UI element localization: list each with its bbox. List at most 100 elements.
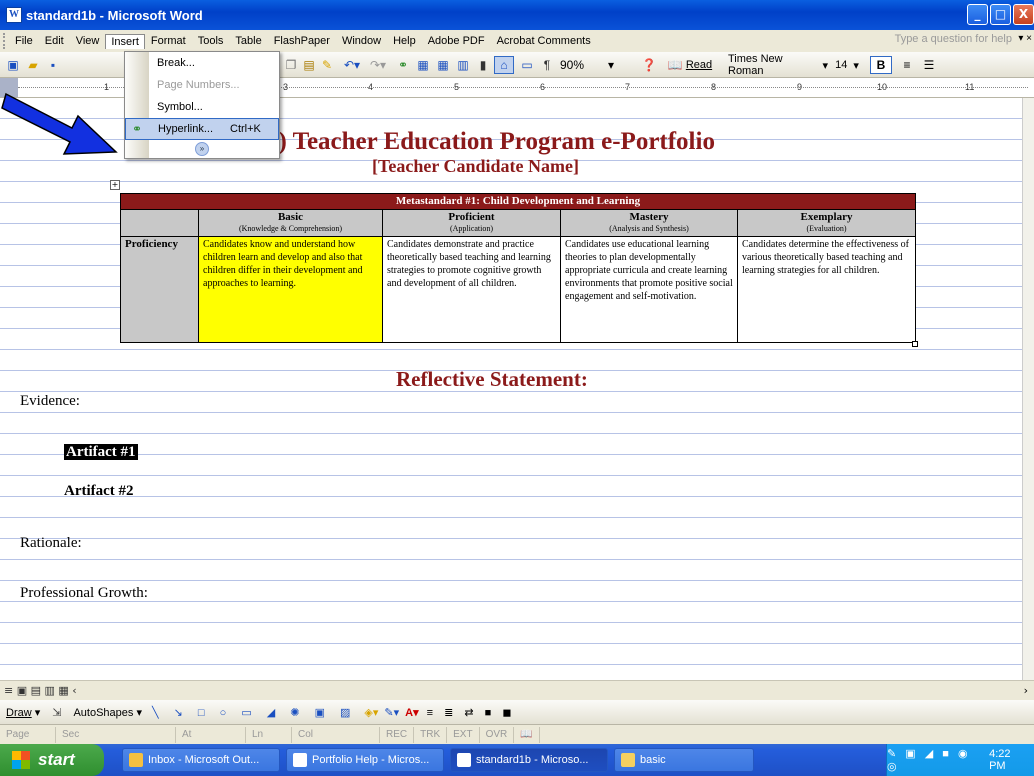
row-label: Proficiency: [120, 236, 199, 343]
ask-question-input[interactable]: Type a question for help: [895, 33, 1012, 45]
ask-dropdown-icon[interactable]: ▾ ×: [1018, 33, 1032, 44]
start-button[interactable]: start: [0, 744, 104, 776]
menu-item-break[interactable]: Break...: [125, 52, 279, 74]
table-resize-handle[interactable]: [912, 341, 918, 347]
menu-table[interactable]: Table: [229, 33, 267, 49]
chevron-down-icon: »: [195, 142, 209, 156]
help-icon[interactable]: ❓: [640, 56, 658, 74]
insert-hyperlink-icon[interactable]: ⚭: [394, 56, 412, 74]
col-exemplary-name: Exemplary: [800, 211, 853, 223]
cell-exemplary[interactable]: Candidates determine the effectiveness o…: [737, 236, 916, 343]
task-basic-label: basic: [640, 754, 666, 766]
insert-table-icon[interactable]: ▦: [434, 56, 452, 74]
menu-bar: File Edit View Insert Format Tools Table…: [0, 30, 1034, 52]
draw-menu[interactable]: Draw ▾: [6, 706, 40, 719]
paste-icon[interactable]: ▤: [300, 56, 318, 74]
menu-item-page-numbers-label: Page Numbers...: [157, 79, 240, 91]
menu-edit[interactable]: Edit: [39, 33, 70, 49]
close-button[interactable]: X: [1013, 4, 1034, 25]
menu-help[interactable]: Help: [387, 33, 422, 49]
vertical-scrollbar[interactable]: [1022, 98, 1034, 680]
scroll-right-icon[interactable]: ›: [1024, 684, 1028, 697]
status-trk[interactable]: TRK: [414, 726, 448, 743]
artifact-2-label: Artifact #2: [64, 483, 134, 499]
new-document-icon[interactable]: ▣: [4, 56, 22, 74]
clock[interactable]: 4:22 PM: [989, 748, 1026, 772]
view-buttons[interactable]: ≡ ▣ ▤ ▥ ▦ ‹: [4, 684, 77, 697]
cell-basic[interactable]: Candidates know and understand how child…: [198, 236, 383, 343]
menu-item-page-numbers[interactable]: Page Numbers...: [125, 74, 279, 96]
align-icon[interactable]: ≡: [898, 56, 916, 74]
menu-flashpaper[interactable]: FlashPaper: [268, 33, 336, 49]
drawing-icon[interactable]: ⌂: [494, 56, 514, 74]
zoom-select[interactable]: 90% ▾: [558, 56, 638, 74]
read-button[interactable]: 📖 Read: [664, 56, 716, 74]
task-basic[interactable]: basic: [614, 748, 754, 772]
pointer-arrow-icon: [1, 92, 118, 155]
menu-acrobat-comments[interactable]: Acrobat Comments: [491, 33, 597, 49]
task-inbox[interactable]: Inbox - Microsoft Out...: [122, 748, 280, 772]
taskbar: start Inbox - Microsoft Out... Portfolio…: [0, 744, 1034, 776]
tables-borders-icon[interactable]: ▦: [414, 56, 432, 74]
insert-excel-icon[interactable]: ▥: [454, 56, 472, 74]
minimize-button[interactable]: _: [967, 4, 988, 25]
window-title: standard1b - Microsoft Word: [26, 7, 203, 23]
bold-button[interactable]: B: [870, 56, 892, 74]
line-color-icon[interactable]: ✎▾: [384, 706, 399, 719]
redo-icon[interactable]: ↷▾: [366, 56, 390, 74]
task-portfolio-help[interactable]: Portfolio Help - Micros...: [286, 748, 444, 772]
menu-window[interactable]: Window: [336, 33, 387, 49]
task-portfolio-label: Portfolio Help - Micros...: [312, 754, 430, 766]
status-ovr[interactable]: OVR: [480, 726, 515, 743]
open-folder-icon[interactable]: ▰: [24, 56, 42, 74]
status-ext[interactable]: EXT: [447, 726, 480, 743]
font-size-select[interactable]: 14 ▾: [830, 56, 864, 74]
artifact-1-label: Artifact #1: [64, 444, 138, 460]
cell-proficient[interactable]: Candidates demonstrate and practice theo…: [382, 236, 561, 343]
fill-color-icon[interactable]: ◈▾: [364, 706, 378, 719]
col-proficient: Proficient (Application): [382, 209, 561, 237]
hyperlink-globe-icon: ⚭: [132, 122, 143, 136]
menu-format[interactable]: Format: [145, 33, 192, 49]
select-objects-icon[interactable]: ⇲: [52, 706, 61, 719]
read-label: Read: [685, 59, 713, 71]
evidence-label: Evidence:: [20, 393, 80, 409]
menu-file[interactable]: File: [9, 33, 39, 49]
status-rec[interactable]: REC: [380, 726, 415, 743]
word-doc-icon: [457, 753, 471, 767]
menu-adobe-pdf[interactable]: Adobe PDF: [422, 33, 491, 49]
columns-icon[interactable]: ▮: [474, 56, 492, 74]
line-style-icons[interactable]: ≡ ≣ ⇄ ■ ◼: [427, 706, 516, 719]
menu-insert[interactable]: Insert: [105, 33, 145, 49]
menu-tools[interactable]: Tools: [192, 33, 230, 49]
font-color-icon[interactable]: A▾: [405, 706, 418, 719]
reflective-heading: Reflective Statement:: [396, 367, 588, 391]
word-app-icon[interactable]: W: [6, 7, 22, 23]
save-icon[interactable]: ▪: [44, 56, 62, 74]
spelling-book-icon[interactable]: 📖: [514, 726, 540, 743]
col-exemplary-sub: (Evaluation): [806, 224, 847, 233]
cell-mastery[interactable]: Candidates use educational learning theo…: [560, 236, 738, 343]
status-sec: Sec: [56, 726, 176, 743]
col-mastery-sub: (Analysis and Synthesis): [609, 224, 689, 233]
table-move-handle-icon[interactable]: +: [110, 180, 120, 190]
task-standard1b[interactable]: standard1b - Microso...: [450, 748, 608, 772]
menu-item-hyperlink[interactable]: ⚭ Hyperlink... Ctrl+K: [125, 118, 279, 140]
autoshapes-menu[interactable]: AutoShapes ▾: [73, 706, 142, 719]
copy-icon[interactable]: ❐: [282, 56, 300, 74]
tray-icons[interactable]: ✎ ▣ ◢ ■ ◉ ◎: [887, 747, 979, 773]
menu-view[interactable]: View: [70, 33, 106, 49]
col-basic: Basic (Knowledge & Comprehension): [198, 209, 383, 237]
horizontal-scrollbar[interactable]: ≡ ▣ ▤ ▥ ▦ ‹ ›: [0, 680, 1034, 700]
numbering-icon[interactable]: ☰: [920, 56, 938, 74]
menu-item-symbol[interactable]: Symbol...: [125, 96, 279, 118]
page-subtitle: [Teacher Candidate Name]: [372, 156, 579, 176]
undo-icon[interactable]: ↶▾: [340, 56, 364, 74]
format-painter-icon[interactable]: ✎: [318, 56, 336, 74]
professional-growth-label: Professional Growth:: [20, 585, 148, 601]
show-hide-icon[interactable]: ¶: [538, 56, 556, 74]
maximize-button[interactable]: □: [990, 4, 1011, 25]
font-name-select[interactable]: Times New Roman ▾: [728, 53, 828, 77]
document-map-icon[interactable]: ▭: [518, 56, 536, 74]
shape-tools-icon[interactable]: ╲ ↘ □ ○ ▭ ◢ ✺ ▣ ▨: [152, 706, 356, 719]
